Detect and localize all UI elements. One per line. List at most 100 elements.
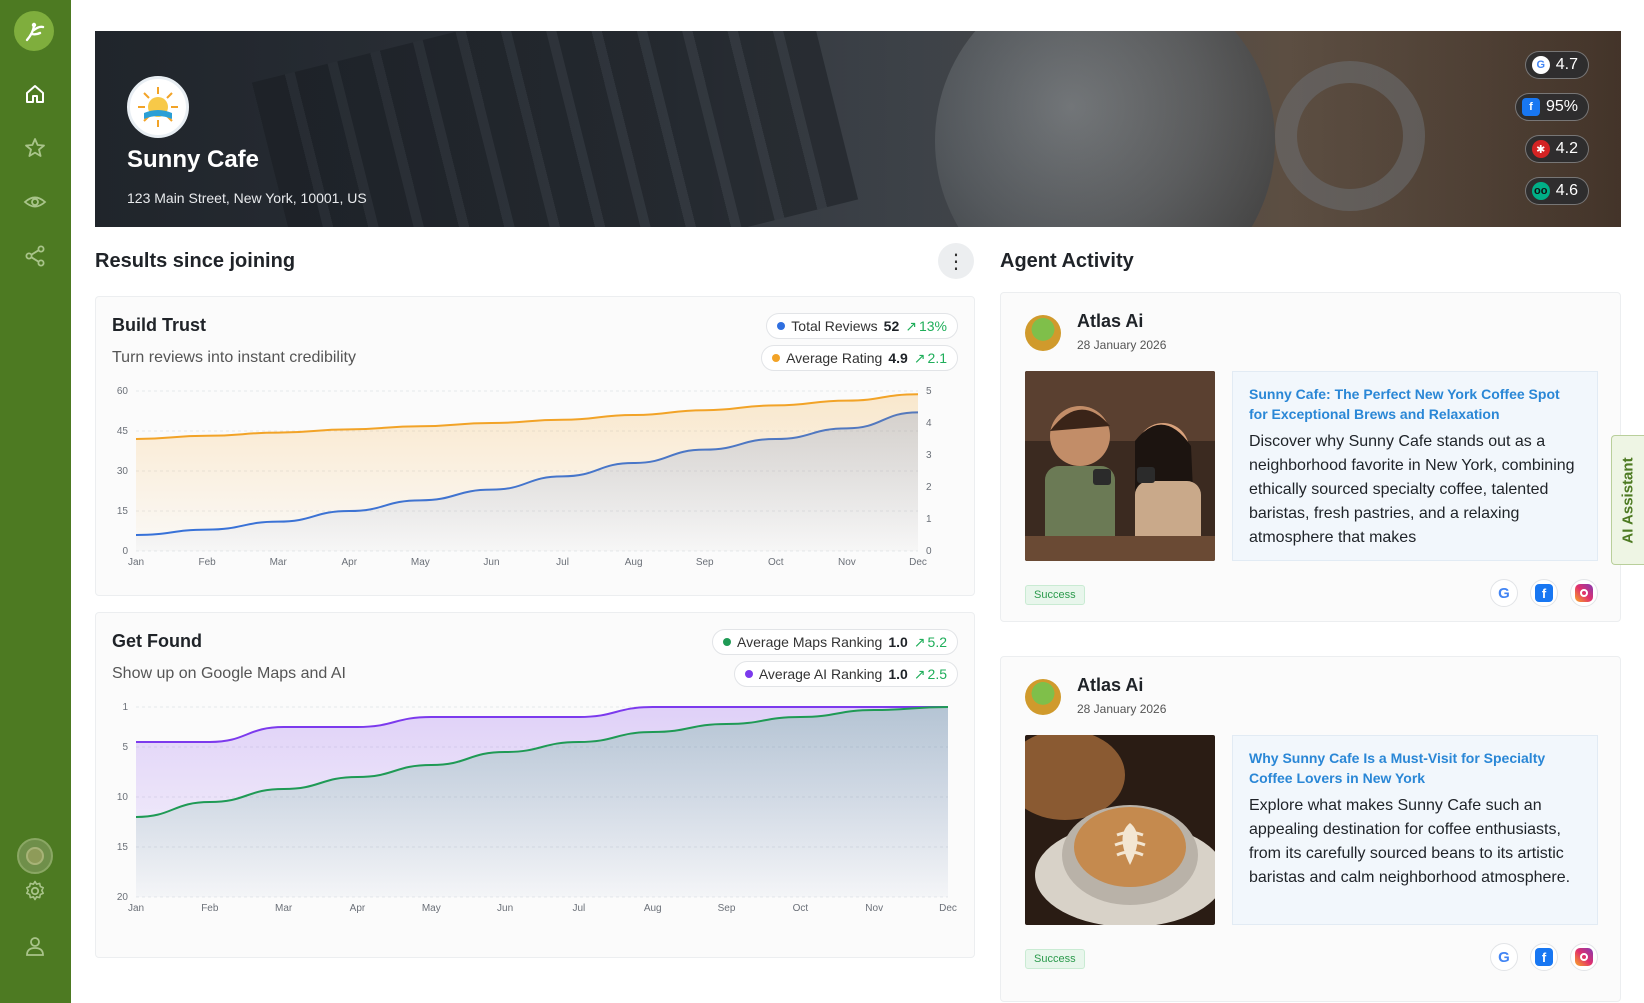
x-tick-label: Feb (201, 903, 219, 914)
post-title-link[interactable]: Sunny Cafe: The Perfect New York Coffee … (1249, 384, 1581, 424)
x-tick-label: Mar (270, 557, 288, 568)
gear-icon (26, 880, 44, 901)
y-tick-label: 20 (117, 892, 129, 903)
get-found-subtitle: Show up on Google Maps and AI (112, 665, 346, 682)
maps-ranking-dot (723, 638, 732, 646)
x-tick-label: Dec (909, 557, 927, 568)
y2-tick-label: 5 (926, 386, 932, 397)
x-tick-label: Jun (483, 557, 499, 568)
status-badge: Success (1025, 585, 1085, 605)
business-logo (127, 76, 189, 138)
y2-tick-label: 4 (926, 418, 932, 429)
x-tick-label: Feb (198, 557, 216, 568)
y-tick-label: 60 (117, 386, 129, 397)
get-found-title: Get Found (112, 631, 202, 651)
build-trust-title: Build Trust (112, 315, 206, 335)
post-preview[interactable]: Why Sunny Cafe Is a Must-Visit for Speci… (1232, 735, 1598, 925)
instagram-share-button[interactable] (1570, 943, 1598, 971)
nav-profile-button[interactable] (16, 927, 54, 965)
x-tick-label: May (411, 557, 430, 568)
y-tick-label: 5 (122, 742, 128, 753)
nav-settings-button[interactable] (16, 872, 54, 910)
average-rating-dot (772, 354, 781, 362)
activity-card[interactable]: Atlas Ai 28 January 2026 Sunny Cafe: The… (1000, 292, 1621, 622)
post-image-couple-coffee[interactable] (1025, 371, 1215, 561)
share-icon (25, 245, 45, 267)
facebook-rating-value: 95% (1545, 98, 1578, 115)
metric-value: 4.9 (888, 350, 908, 366)
x-tick-label: Jan (128, 903, 144, 914)
instagram-icon (1575, 584, 1593, 602)
y2-tick-label: 1 (926, 514, 932, 525)
nav-reviews-button[interactable] (16, 129, 54, 167)
x-tick-label: Aug (644, 903, 662, 914)
google-icon: G (1531, 56, 1550, 74)
x-tick-label: Mar (275, 903, 293, 914)
google-rating-badge[interactable]: G 4.7 (1524, 51, 1589, 79)
vertical-dots-icon: ⋮ (946, 250, 966, 273)
metric-delta: 2.5 (927, 666, 947, 682)
maps-ranking-metric: Average Maps Ranking 1.0 ↗ 5.2 (712, 629, 958, 655)
metric-delta: 2.1 (927, 350, 947, 366)
business-avatar[interactable] (17, 838, 53, 874)
instagram-share-button[interactable] (1570, 579, 1598, 607)
y-tick-label: 30 (117, 466, 129, 477)
facebook-rating-badge[interactable]: f 95% (1514, 93, 1589, 121)
ai-assistant-tab[interactable]: AI Assistant (1611, 435, 1644, 565)
post-body: Discover why Sunny Cafe stands out as a … (1249, 433, 1575, 546)
build-trust-card: Build Trust Turn reviews into instant cr… (95, 296, 975, 596)
x-tick-label: Oct (793, 903, 809, 914)
facebook-icon: f (1535, 948, 1553, 966)
google-share-button[interactable]: G (1490, 579, 1518, 607)
star-icon (25, 138, 45, 157)
total-reviews-dot (777, 322, 786, 330)
tripadvisor-rating-badge[interactable]: oo 4.6 (1524, 177, 1589, 205)
nav-visibility-button[interactable] (16, 183, 54, 221)
yelp-rating-badge[interactable]: ✱ 4.2 (1524, 135, 1589, 163)
facebook-share-button[interactable]: f (1530, 579, 1558, 607)
x-tick-label: Nov (865, 903, 883, 914)
sidebar (0, 0, 71, 1003)
x-tick-label: Sep (696, 557, 714, 568)
activity-date: 28 January 2026 (1077, 702, 1167, 716)
post-title-link[interactable]: Why Sunny Cafe Is a Must-Visit for Speci… (1249, 748, 1581, 788)
total-reviews-metric: Total Reviews 52 ↗ 13% (766, 313, 958, 339)
metric-value: 52 (883, 318, 900, 334)
trend-up-icon: ↗ (913, 665, 926, 682)
y-tick-label: 15 (117, 506, 129, 517)
y-tick-label: 0 (122, 546, 128, 557)
status-badge: Success (1025, 949, 1085, 969)
nav-social-button[interactable] (16, 237, 54, 275)
nav-home-button[interactable] (16, 75, 54, 113)
x-tick-label: Jul (573, 903, 586, 914)
y2-tick-label: 3 (926, 450, 932, 461)
google-rating-value: 4.7 (1555, 56, 1578, 73)
post-image-latte-art[interactable] (1025, 735, 1215, 925)
eye-icon (23, 196, 47, 208)
yelp-rating-value: 4.2 (1555, 140, 1578, 157)
metric-label: Total Reviews (791, 318, 878, 334)
x-tick-label: Nov (838, 557, 856, 568)
sprout-icon (25, 22, 45, 42)
y-tick-label: 45 (117, 426, 129, 437)
y-tick-label: 10 (117, 792, 129, 803)
results-section-title: Results since joining (95, 250, 296, 272)
facebook-share-button[interactable]: f (1530, 943, 1558, 971)
agent-avatar (1025, 315, 1061, 351)
metric-label: Average Maps Ranking (737, 634, 883, 650)
x-tick-label: Jun (497, 903, 513, 914)
build-trust-chart: 015304560012345Jan Feb Mar Apr May Jun Jul Aug S… (117, 386, 932, 568)
ai-assistant-label: AI Assistant (1619, 456, 1637, 544)
get-found-chart: 15101520Jan Feb Mar Apr May Jun Jul Aug Sep Oct No… (117, 702, 957, 914)
trend-up-icon: ↗ (905, 317, 917, 334)
metric-delta: 13% (918, 318, 947, 334)
google-icon: G (1498, 584, 1510, 602)
app-logo[interactable] (14, 11, 54, 51)
google-share-button[interactable]: G (1490, 943, 1518, 971)
instagram-icon (1575, 948, 1593, 966)
x-tick-label: Apr (341, 557, 357, 568)
results-more-options-button[interactable]: ⋮ (938, 243, 974, 279)
activity-card[interactable]: Atlas Ai 28 January 2026 Why Sunny Cafe … (1000, 656, 1621, 1002)
y2-tick-label: 2 (926, 482, 932, 493)
post-preview[interactable]: Sunny Cafe: The Perfect New York Coffee … (1232, 371, 1598, 561)
